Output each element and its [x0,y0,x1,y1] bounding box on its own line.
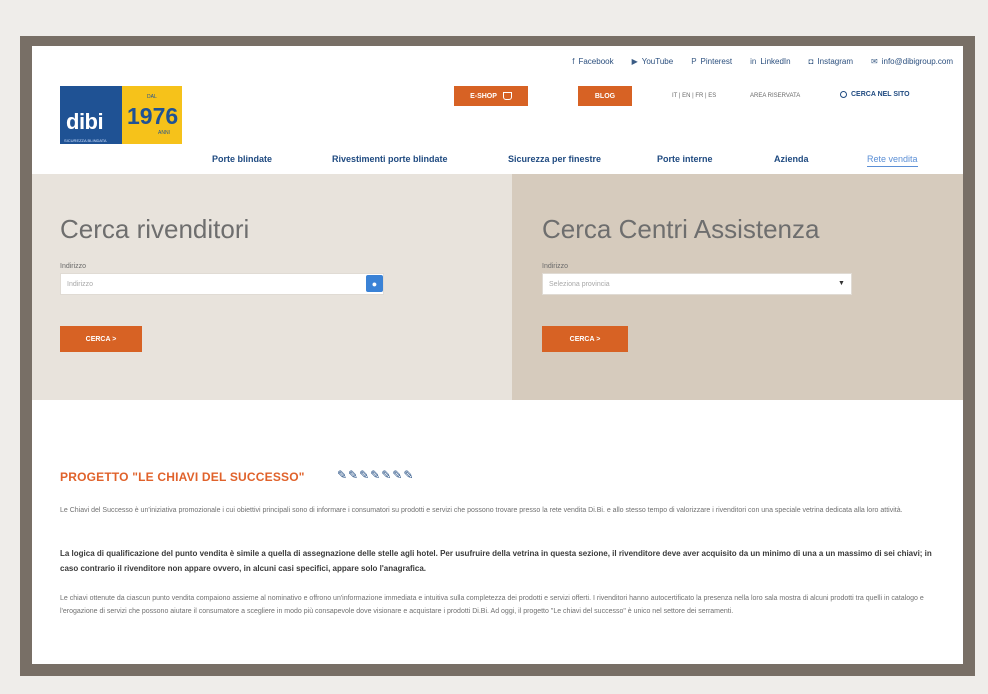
social-bar: f Facebook ▶ YouTube P Pinterest in Link… [32,46,963,76]
service-center-title: Cerca Centri Assistenza [542,214,820,244]
dealer-search-panel: Cerca rivenditori Indirizzo Indirizzo ● … [32,174,512,400]
web-page: f Facebook ▶ YouTube P Pinterest in Link… [32,46,963,664]
social-label: LinkedIn [760,56,791,66]
logo-yellow-block: DAL 1976 ANNI [122,86,182,144]
social-pinterest[interactable]: P Pinterest [691,57,732,66]
youtube-icon: ▶ [631,56,638,66]
logo-brand: dibi [66,109,104,134]
social-linkedin[interactable]: in LinkedIn [750,57,790,66]
social-facebook[interactable]: f Facebook [572,57,613,66]
nav-rivestimenti[interactable]: Rivestimenti porte blindate [332,154,448,164]
address-input[interactable]: Indirizzo [60,273,384,295]
chevron-down-icon: ▼ [838,280,845,287]
cart-icon [502,92,512,100]
keys-icon: ✎✎✎✎✎✎✎ [337,468,415,482]
nav-sicurezza-finestre[interactable]: Sicurezza per finestre [508,154,601,164]
social-label: Pinterest [700,56,733,66]
province-select[interactable]: Seleziona provincia [542,273,852,295]
instagram-icon: ◘ [808,56,814,66]
social-instagram[interactable]: ◘ Instagram [809,57,853,66]
reserved-area-link[interactable]: AREA RISERVATA [750,93,800,99]
blog-button[interactable]: BLOG [578,86,632,106]
nav-rete-vendita[interactable]: Rete vendita [867,154,918,167]
social-label: Instagram [817,56,854,66]
logo-years-text: ANNI [158,130,170,136]
logo-year: 1976 [127,103,179,129]
dealer-search-title: Cerca rivenditori [60,214,250,244]
location-pin-icon[interactable]: ● [366,275,383,292]
eshop-button[interactable]: E-SHOP [454,86,528,106]
social-label: YouTube [641,56,674,66]
dibi-logo[interactable]: dibi SICUREZZA BLINDATA DAL 1976 ANNI [60,86,182,144]
logo-dal: DAL [147,94,157,100]
province-label: Indirizzo [542,263,569,270]
service-center-search-panel: Cerca Centri Assistenza Indirizzo Selezi… [512,174,963,400]
search-label: CERCA NEL SITO [851,91,910,98]
facebook-icon: f [572,56,575,66]
section-title: PROGETTO "LE CHIAVI DEL SUCCESSO" [60,470,305,484]
intro-paragraph: Le Chiavi del Successo è un'iniziativa p… [60,507,903,514]
nav-porte-interne[interactable]: Porte interne [657,154,713,164]
social-youtube[interactable]: ▶ YouTube [632,57,674,66]
address-label: Indirizzo [60,263,87,270]
logo-blue-block: dibi SICUREZZA BLINDATA [60,86,122,144]
search-icon [840,91,847,98]
social-email[interactable]: ✉ info@dibigroup.com [871,57,953,66]
linkedin-icon: in [750,56,757,66]
eshop-label: E-SHOP [470,92,497,100]
nav-azienda[interactable]: Azienda [774,154,809,164]
logo-tagline: SICUREZZA BLINDATA [64,138,107,143]
blog-label: BLOG [594,92,616,100]
language-switcher[interactable]: IT | EN | FR | ES [672,93,716,99]
keys-explanation-paragraph: Le chiavi ottenute da ciascun punto vend… [60,595,924,615]
email-icon: ✉ [871,56,878,66]
qualification-paragraph: La logica di qualificazione del punto ve… [60,549,932,573]
social-label: Facebook [578,56,614,66]
dealer-search-button[interactable]: CERCA > [60,326,142,352]
pinterest-icon: P [691,56,697,66]
service-center-search-button[interactable]: CERCA > [542,326,628,352]
site-search-link[interactable]: CERCA NEL SITO [840,91,910,98]
nav-porte-blindate[interactable]: Porte blindate [212,154,272,164]
social-label: info@dibigroup.com [881,56,953,66]
